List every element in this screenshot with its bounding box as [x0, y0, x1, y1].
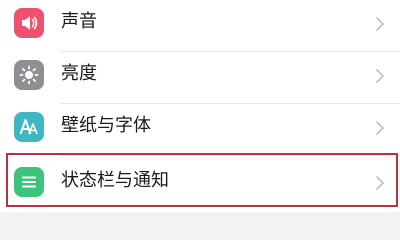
settings-list: 声音 亮度 壁纸与字体 状态栏与通知 [0, 0, 400, 212]
settings-item-sound[interactable]: 声音 [0, 0, 400, 52]
chevron-right-icon [372, 173, 388, 193]
settings-item-brightness[interactable]: 亮度 [0, 52, 400, 104]
settings-item-status-bar-notifications[interactable]: 状态栏与通知 [0, 159, 400, 211]
settings-item-label: 壁纸与字体 [61, 115, 151, 136]
settings-item-label: 声音 [61, 11, 97, 32]
chevron-right-icon [372, 118, 388, 138]
sun-icon [14, 60, 44, 90]
settings-item-label: 状态栏与通知 [61, 170, 169, 191]
settings-item-wallpaper-font[interactable]: 壁纸与字体 [0, 104, 400, 156]
chevron-right-icon [372, 14, 388, 34]
font-aa-icon [14, 112, 44, 142]
settings-item-label: 亮度 [61, 63, 97, 84]
list-icon [14, 167, 44, 197]
chevron-right-icon [372, 66, 388, 86]
row-divider [60, 155, 400, 156]
speaker-icon [14, 8, 44, 38]
